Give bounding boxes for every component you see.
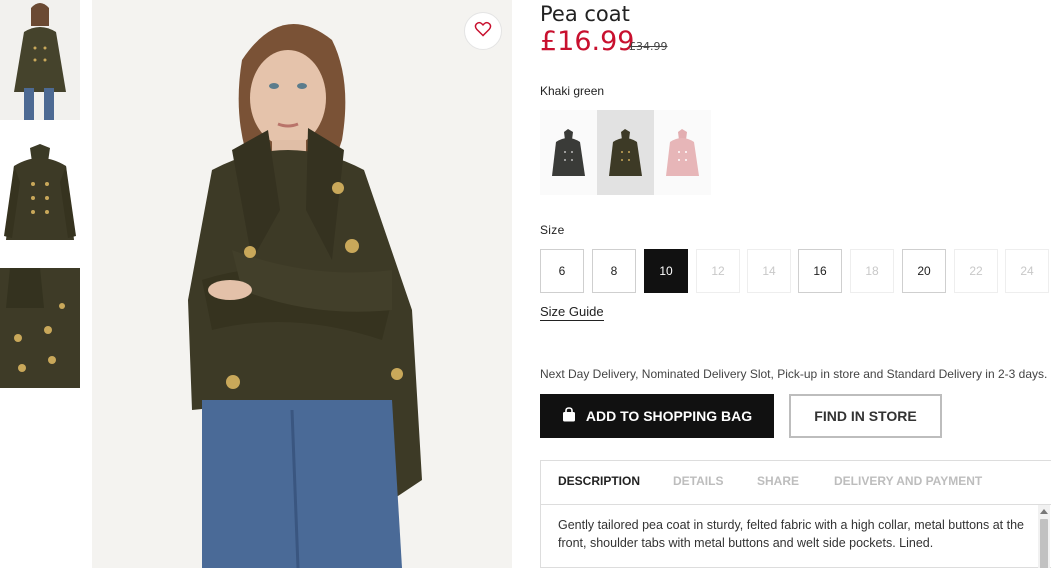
color-swatch-dark-grey[interactable] xyxy=(540,110,597,195)
size-option-16[interactable]: 16 xyxy=(798,249,842,293)
color-swatch-khaki-green[interactable] xyxy=(597,110,654,195)
size-option-18: 18 xyxy=(850,249,894,293)
add-to-bag-label: ADD TO SHOPPING BAG xyxy=(585,408,753,424)
tabs-divider xyxy=(541,504,1051,505)
original-price: £34.99 xyxy=(629,40,668,53)
scrollbar-thumb[interactable] xyxy=(1040,519,1048,568)
color-swatch-light-pink[interactable] xyxy=(654,110,711,195)
product-description: Gently tailored pea coat in sturdy, felt… xyxy=(558,518,1024,550)
add-to-favorites-button[interactable] xyxy=(464,12,502,50)
size-option-12: 12 xyxy=(696,249,740,293)
tab-details[interactable]: DETAILS xyxy=(673,474,723,488)
tab-share[interactable]: SHARE xyxy=(757,474,799,488)
heart-icon xyxy=(474,21,492,42)
product-info-panel: DESCRIPTION DETAILS SHARE DELIVERY AND P… xyxy=(540,460,1051,568)
current-price: £16.99 xyxy=(540,26,635,57)
size-guide-link[interactable]: Size Guide xyxy=(540,304,604,321)
thumbnail-coat-collar-detail[interactable] xyxy=(0,268,80,388)
thumbnail-model-full-length[interactable] xyxy=(0,0,80,120)
size-label: Size xyxy=(540,223,565,237)
add-to-bag-button[interactable]: ADD TO SHOPPING BAG xyxy=(540,394,774,438)
size-option-6[interactable]: 6 xyxy=(540,249,584,293)
description-scrollbar[interactable] xyxy=(1038,505,1050,568)
size-option-22: 22 xyxy=(954,249,998,293)
size-option-20[interactable]: 20 xyxy=(902,249,946,293)
find-in-store-button[interactable]: FIND IN STORE xyxy=(789,394,942,438)
size-option-10[interactable]: 10 xyxy=(644,249,688,293)
tab-delivery-and-payment[interactable]: DELIVERY AND PAYMENT xyxy=(834,474,982,488)
tab-description[interactable]: DESCRIPTION xyxy=(558,474,640,488)
size-option-14: 14 xyxy=(747,249,791,293)
size-option-24: 24 xyxy=(1005,249,1049,293)
thumbnail-coat-front[interactable] xyxy=(0,132,80,252)
size-option-8[interactable]: 8 xyxy=(592,249,636,293)
delivery-note: Next Day Delivery, Nominated Delivery Sl… xyxy=(540,367,1048,381)
main-product-image xyxy=(92,0,512,568)
scroll-up-arrow-icon[interactable] xyxy=(1040,509,1048,514)
product-title: Pea coat xyxy=(540,2,630,26)
shopping-bag-icon xyxy=(562,407,576,425)
selected-color-label: Khaki green xyxy=(540,84,605,98)
